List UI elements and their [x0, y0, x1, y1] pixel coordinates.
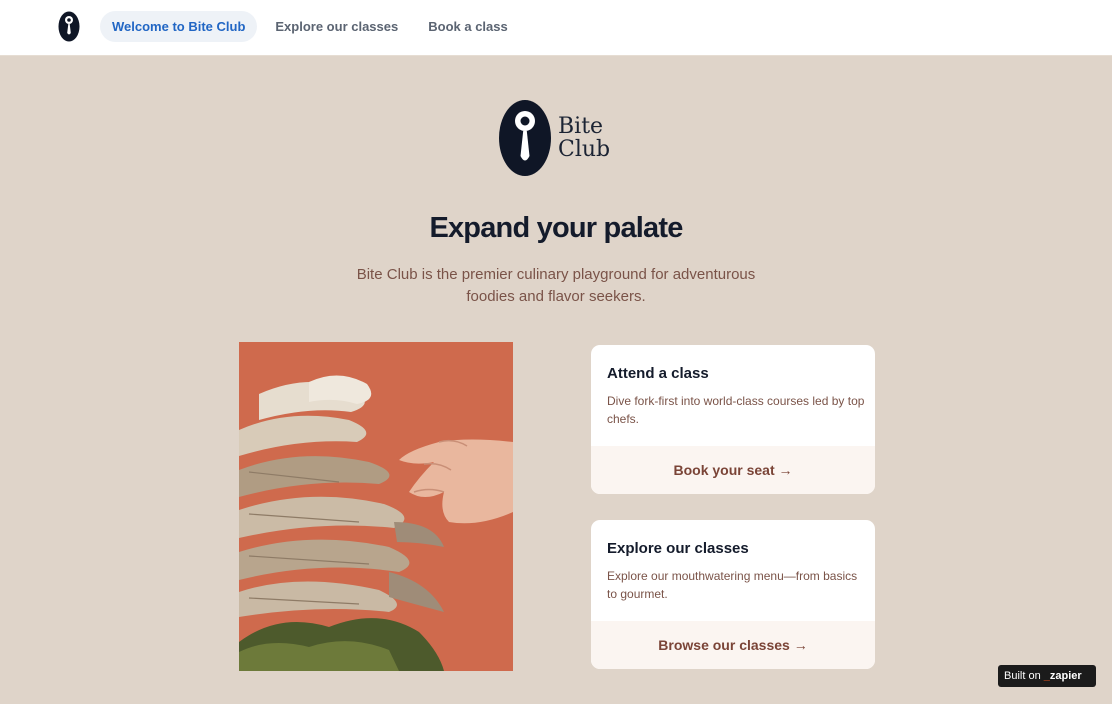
- explore-classes-card: Explore our classes Explore our mouthwat…: [591, 520, 875, 669]
- nav-link-book-class[interactable]: Book a class: [416, 11, 520, 42]
- badge-brand: zapier: [1049, 670, 1082, 682]
- bite-club-spoon-icon[interactable]: [58, 11, 80, 42]
- badge-prefix: Built on: [1004, 670, 1041, 682]
- card-title: Attend a class: [607, 365, 709, 382]
- book-your-seat-link[interactable]: Book your seat →: [591, 446, 875, 494]
- attend-class-card: Attend a class Dive fork-first into worl…: [591, 345, 875, 494]
- card-description: Dive fork-first into world-class courses…: [607, 394, 865, 426]
- nav-link-welcome[interactable]: Welcome to Bite Club: [100, 11, 258, 42]
- page-subtitle: Bite Club is the premier culinary playgr…: [356, 266, 756, 305]
- page-headline: Expand your palate: [429, 212, 683, 244]
- browse-classes-link[interactable]: Browse our classes →: [591, 621, 875, 669]
- hero-logo: Bite Club: [498, 99, 618, 177]
- card-title: Explore our classes: [607, 540, 749, 557]
- card-description: Explore our mouthwatering menu—from basi…: [607, 569, 858, 601]
- nav-links: Welcome to Bite Club Explore our classes…: [100, 11, 520, 42]
- logo-word-club: Club: [558, 137, 611, 162]
- logo-word-bite: Bite: [558, 114, 604, 139]
- bite-club-spoon-icon: [499, 100, 551, 176]
- nav-link-explore-classes[interactable]: Explore our classes: [263, 11, 410, 42]
- built-on-zapier-badge[interactable]: Built on _zapier: [998, 665, 1096, 687]
- mushroom-photo: [239, 342, 513, 671]
- top-nav: Welcome to Bite Club Explore our classes…: [0, 0, 1112, 56]
